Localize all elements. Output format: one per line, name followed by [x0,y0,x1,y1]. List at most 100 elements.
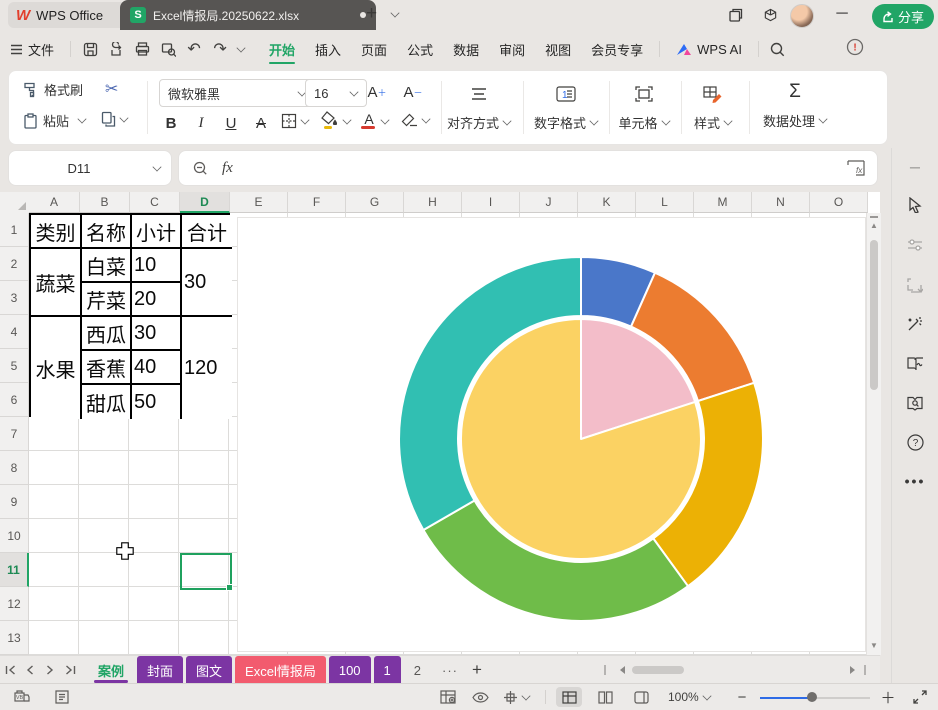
zoom-in-button[interactable]: ＋ [878,684,898,710]
cell-C1[interactable]: 小计 [132,215,182,249]
fx-icon[interactable]: fx [222,160,233,177]
normal-view-button[interactable] [556,687,582,707]
search-icon[interactable] [765,36,791,62]
column-header-E[interactable]: E [230,192,288,213]
selection-stats-icon[interactable] [436,684,460,710]
search-book-icon[interactable] [904,392,926,414]
cell-B3[interactable]: 芹菜 [82,283,132,317]
alignment-group[interactable]: 对齐方式 [447,81,511,132]
cell-B6[interactable]: 甜瓜 [82,385,132,419]
column-header-C[interactable]: C [130,192,180,213]
sheet-tab-Excel情报局[interactable]: Excel情报局 [235,656,326,684]
cells-group[interactable]: 单元格 [615,81,673,132]
window-stack-icon[interactable] [722,1,750,29]
menu-item-数据[interactable]: 数据 [443,30,489,68]
hsplit-left[interactable] [604,665,606,675]
first-sheet-icon[interactable] [0,656,20,684]
cell-C6[interactable]: 50 [132,385,182,419]
row-header-2[interactable]: 2 [0,247,29,281]
minimize-button[interactable]: ─ [828,0,856,28]
row-header-5[interactable]: 5 [0,349,29,383]
font-size-select[interactable]: 16 [305,79,367,107]
formula-bar[interactable]: fx fx [178,150,878,186]
cell-D4-total[interactable]: 120 [182,317,232,419]
row-header-9[interactable]: 9 [0,485,29,519]
redo-icon[interactable]: ↷ [207,36,233,62]
spreadsheet-grid[interactable]: ABCDEFGHIJKLMNO 12345678910111213 类别 名称 … [0,192,880,655]
styles-group[interactable]: 样式 [687,81,739,132]
sheet-tab-1[interactable]: 1 [374,656,401,684]
cell-D1[interactable]: 合计 [182,215,232,249]
column-header-K[interactable]: K [578,192,636,213]
column-header-F[interactable]: F [288,192,346,213]
row-header-7[interactable]: 7 [0,417,29,451]
sheet-tab-100[interactable]: 100 [329,656,371,684]
print-preview-icon[interactable] [155,36,181,62]
name-box[interactable]: D11 [8,150,172,186]
cell-C4[interactable]: 30 [132,317,182,351]
menu-item-公式[interactable]: 公式 [397,30,443,68]
column-header-J[interactable]: J [520,192,578,213]
collapse-sidebar-icon[interactable]: ─ [904,156,926,178]
row-header-12[interactable]: 12 [0,587,29,621]
wps-home-tab[interactable]: W WPS Office [8,2,128,28]
decrease-font-button[interactable]: A－ [401,80,425,104]
sunburst-chart[interactable] [238,218,867,653]
column-header-G[interactable]: G [346,192,404,213]
cell-B5[interactable]: 香蕉 [82,351,132,385]
add-sheet-icon[interactable]: + [472,660,482,680]
sheet-tab-2[interactable]: 2 [404,656,431,684]
cell-A2-vegetables[interactable]: 蔬菜 [31,249,82,317]
select-cursor-icon[interactable] [904,194,926,216]
wps-ai-menu[interactable]: WPS AI [666,30,752,68]
column-header-B[interactable]: B [80,192,130,213]
column-header-A[interactable]: A [29,192,80,213]
column-header-L[interactable]: L [636,192,694,213]
save-icon[interactable] [77,36,103,62]
cell-C5[interactable]: 40 [132,351,182,385]
row-header-6[interactable]: 6 [0,383,29,417]
split-handle[interactable] [870,216,878,218]
menu-item-页面[interactable]: 页面 [351,30,397,68]
cell-B4[interactable]: 西瓜 [82,317,132,351]
row-header-13[interactable]: 13 [0,621,29,655]
fx-panel-icon[interactable]: fx [847,160,865,176]
document-tab[interactable]: S Excel情报局.20250622.xlsx [120,0,376,30]
column-header-N[interactable]: N [752,192,810,213]
strikethrough-button[interactable]: A [249,111,273,135]
zoom-level[interactable]: 100% [668,684,711,710]
hscroll-right-icon[interactable] [842,656,862,684]
cell-C3[interactable]: 20 [132,283,182,317]
menu-item-审阅[interactable]: 审阅 [489,30,535,68]
share-button[interactable]: 分享 [872,4,934,29]
zoom-formula-icon[interactable] [193,161,208,176]
more-sheets-icon[interactable]: ··· [442,663,458,678]
number-format-group[interactable]: 1 数字格式 [531,81,601,132]
more-tools-icon[interactable]: ••• [904,470,926,492]
italic-button[interactable]: I [189,111,213,135]
sheet-tab-图文[interactable]: 图文 [186,656,232,684]
selected-cell-D11[interactable] [180,553,232,590]
last-sheet-icon[interactable] [60,656,80,684]
select-all-corner[interactable] [0,192,30,214]
font-name-select[interactable]: 微软雅黑 [159,79,315,107]
column-header-H[interactable]: H [404,192,462,213]
avatar[interactable] [790,4,814,28]
upload-status-icon[interactable]: ! [846,38,864,56]
next-sheet-icon[interactable] [40,656,60,684]
borders-button[interactable] [281,113,309,129]
menu-item-开始[interactable]: 开始 [259,30,305,68]
row-header-1[interactable]: 1 [0,213,29,247]
column-header-D[interactable]: D [180,192,230,213]
hsplit-right[interactable] [864,665,866,675]
cell-B1[interactable]: 名称 [82,215,132,249]
page-break-view-button[interactable] [628,687,654,707]
scroll-up-icon[interactable]: ▲ [867,221,881,230]
undo-icon[interactable]: ↶ [181,36,207,62]
vertical-scrollbar[interactable]: ▲ ▼ [866,213,881,655]
scroll-down-icon[interactable]: ▼ [867,641,881,650]
prev-sheet-icon[interactable] [20,656,40,684]
chart-object[interactable] [237,217,866,652]
row-header-8[interactable]: 8 [0,451,29,485]
export-pdf-icon[interactable] [103,36,129,62]
